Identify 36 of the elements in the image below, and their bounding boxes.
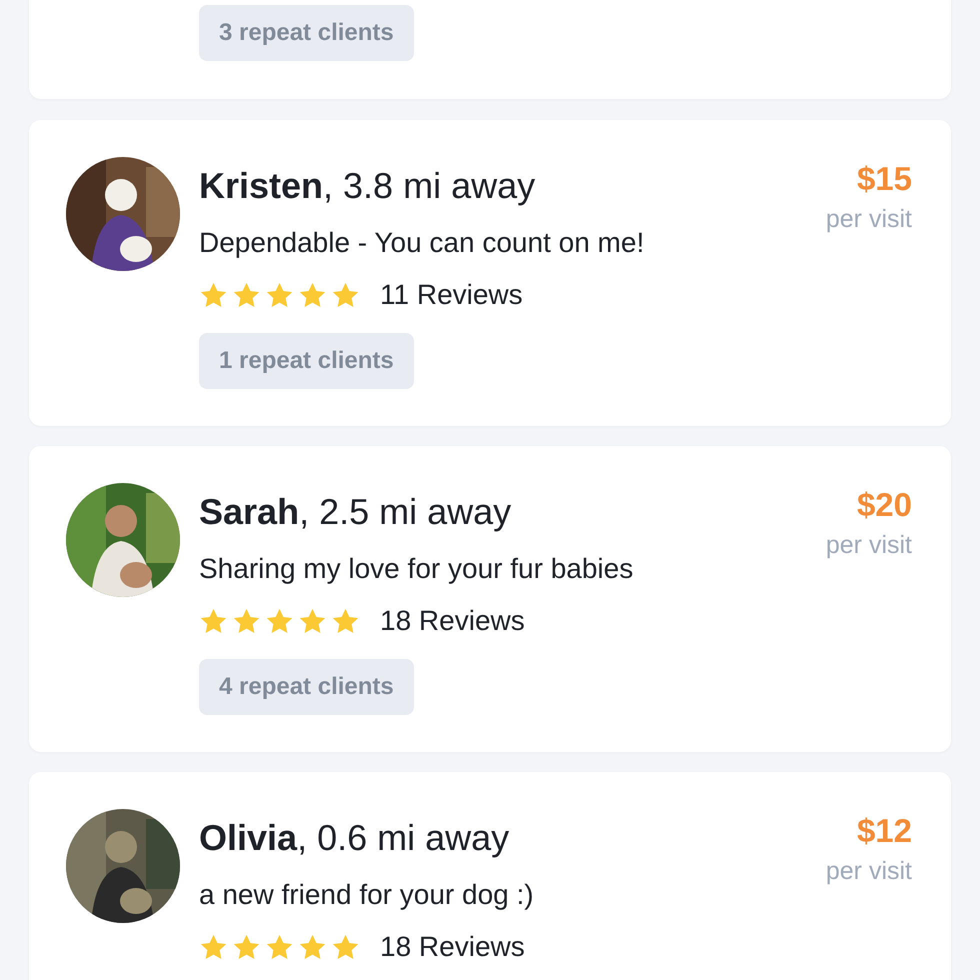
sitter-card[interactable]: Sarah, 2.5 mi away Sharing my love for your fur babies 18 Reviews 4 repeat clients $20 per visit [29,446,951,752]
star-icon [331,280,360,310]
sitter-name: Olivia, 0.6 mi away [199,816,510,860]
sitter-tagline: Sharing my love for your fur babies [199,552,634,586]
star-icon [232,932,261,962]
star-icon [232,280,261,310]
star-icon [232,606,261,636]
sitter-tagline: Dependable - You can count on me! [199,226,644,260]
review-count: 18 Reviews [380,605,525,637]
star-icon [265,606,294,636]
star-icon [199,606,228,636]
star-icon [298,606,327,636]
star-icon [331,606,360,636]
star-icon [199,932,228,962]
sitter-tagline: a new friend for your dog :) [199,878,534,912]
sitter-name: Sarah, 2.5 mi away [199,490,512,534]
star-icon [331,932,360,962]
repeat-clients-tag: 1 repeat clients [199,333,414,389]
star-icon [265,280,294,310]
price: $12 [856,811,912,851]
star-icon [265,932,294,962]
star-icon [298,280,327,310]
price: $20 [856,485,912,525]
repeat-clients-tag: 4 repeat clients [199,659,414,715]
sitter-name: Kristen, 3.8 mi away [199,164,536,208]
review-count: 18 Reviews [380,931,525,963]
review-count: 11 Reviews [380,279,523,311]
star-icon [199,280,228,310]
price-unit: per visit [826,204,912,235]
sitter-card[interactable]: Olivia, 0.6 mi away a new friend for your dog :) 18 Reviews $12 per visit [29,772,951,980]
repeat-clients-tag: 3 repeat clients [199,5,414,61]
price-unit: per visit [826,856,912,887]
price-unit: per visit [826,530,912,561]
price: $15 [856,159,912,199]
sitter-card[interactable]: Kristen, 3.8 mi away Dependable - You can count on me! 11 Reviews 1 repeat clients $15 per visit [29,120,951,426]
star-icon [298,932,327,962]
